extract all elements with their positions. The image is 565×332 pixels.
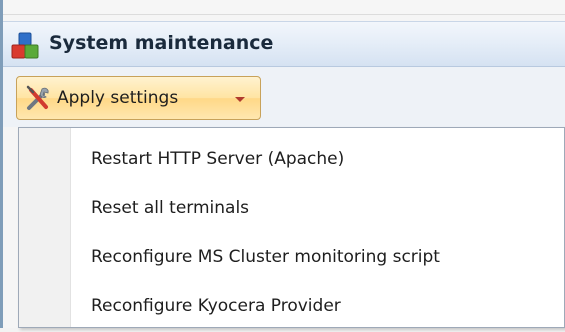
chevron-down-icon (235, 97, 245, 102)
menu-item-reconfigure-kyocera[interactable]: Reconfigure Kyocera Provider (20, 283, 564, 332)
top-strip (3, 0, 565, 15)
section-header: System maintenance (3, 21, 565, 67)
apply-settings-label: Apply settings (57, 88, 179, 108)
system-maintenance-window: System maintenance Apply settings Restar… (0, 0, 565, 328)
menu-item-reconfigure-ms-cluster[interactable]: Reconfigure MS Cluster monitoring script (20, 234, 564, 283)
menu-item-label: Reconfigure Kyocera Provider (91, 296, 341, 316)
menu-item-label: Restart HTTP Server (Apache) (91, 149, 345, 169)
menu-item-label: Reset all terminals (91, 198, 250, 218)
apply-settings-dropdown-menu: Restart HTTP Server (Apache) Reset all t… (18, 127, 565, 328)
menu-item-reset-all-terminals[interactable]: Reset all terminals (20, 185, 564, 234)
menu-item-label: Reconfigure MS Cluster monitoring script (91, 247, 440, 267)
colored-blocks-icon (11, 32, 39, 59)
section-title: System maintenance (49, 32, 274, 54)
menu-item-restart-http-server[interactable]: Restart HTTP Server (Apache) (20, 136, 564, 185)
apply-settings-button[interactable]: Apply settings (16, 76, 261, 120)
tools-icon (26, 85, 49, 110)
toolbar: Apply settings (3, 67, 565, 127)
